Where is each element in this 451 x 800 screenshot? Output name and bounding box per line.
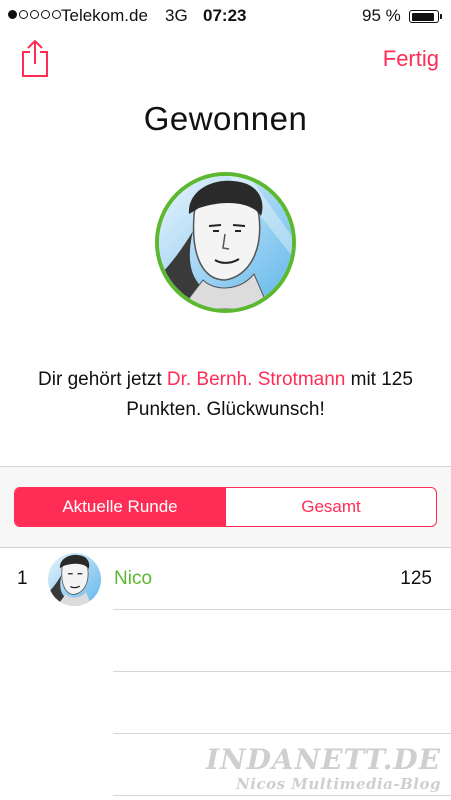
done-button[interactable]: Fertig	[383, 46, 439, 72]
empty-row	[0, 610, 451, 672]
empty-row	[0, 672, 451, 734]
result-title: Gewonnen	[143, 100, 308, 137]
message-prefix: Dir gehört jetzt	[38, 369, 167, 390]
row-divider	[113, 795, 451, 796]
status-bar: Telekom.de 3G 07:23 95 %	[0, 0, 451, 32]
rank-number: 1	[17, 568, 28, 589]
tab-total[interactable]: Gesamt	[225, 488, 436, 526]
clock: 07:23	[203, 6, 247, 25]
watermark: INDANETT.DE Nicos Multimedia-Blog	[205, 742, 441, 793]
winner-avatar	[155, 172, 296, 313]
winner-name[interactable]: Dr. Bernh. Strotmann	[167, 369, 345, 390]
network-type: 3G	[165, 6, 188, 25]
battery-icon	[409, 10, 442, 23]
battery-percent: 95 %	[362, 6, 401, 25]
player-avatar	[48, 553, 101, 606]
signal-strength-icon	[8, 10, 61, 19]
share-button[interactable]	[20, 38, 50, 78]
carrier-name: Telekom.de	[61, 6, 148, 25]
player-name: Nico	[114, 568, 153, 589]
share-icon	[22, 39, 48, 77]
watermark-subtitle: Nicos Multimedia-Blog	[236, 774, 441, 793]
winner-message: Dir gehört jetzt Dr. Bernh. Strotmann mi…	[0, 365, 451, 425]
ranking-row[interactable]: 1 Nico 125	[0, 548, 451, 610]
round-segmented-control: Aktuelle Runde Gesamt	[14, 487, 437, 527]
player-score: 125	[400, 568, 432, 589]
watermark-title: INDANETT.DE	[205, 742, 441, 776]
tab-bar-area: Aktuelle Runde Gesamt	[0, 466, 451, 548]
tab-current-round[interactable]: Aktuelle Runde	[15, 488, 225, 526]
